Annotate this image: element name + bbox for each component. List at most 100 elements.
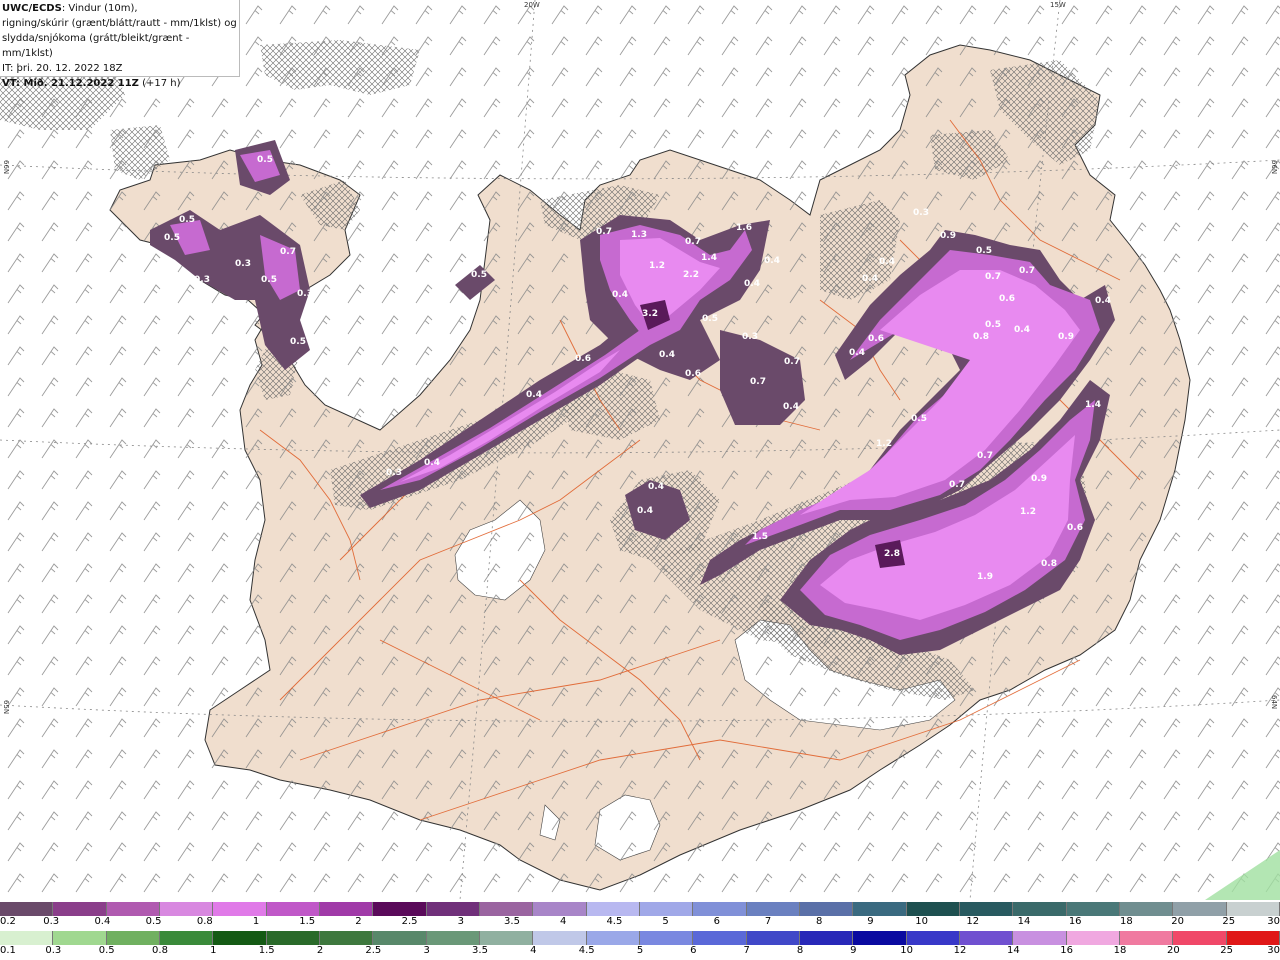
precip-label: 0.5 (985, 320, 1001, 330)
precip-label: 0.6 (1067, 523, 1083, 533)
precip-label: 0.7 (750, 377, 766, 387)
rain-ticks: 0.1 0.3 0.5 0.8 1 1.5 2 2.5 3 3.5 4 4.5 5 6 7 8 9 10 12 14 1… (0, 945, 1280, 959)
rain-colorbar (0, 931, 1280, 945)
snow-legend-tick-label: 30 (1267, 916, 1280, 927)
precip-label: 0.5 (702, 314, 718, 324)
snow-legend-swatch (266, 902, 320, 916)
rain-legend-swatch (426, 931, 480, 945)
precip-label: 0.3 (194, 275, 210, 285)
snow-legend-tick-label: 2.5 (401, 916, 418, 927)
precip-label: 1.2 (649, 261, 665, 271)
precip-label: 0.7 (685, 237, 701, 247)
precip-label: 0.4 (783, 402, 799, 412)
precip-label: 0.4 (764, 256, 780, 266)
precip-label: 0.4 (879, 257, 895, 267)
snow-legend-tick-label: 0.3 (43, 916, 60, 927)
precip-label: 0.4 (744, 279, 760, 289)
snow-legend-swatch (799, 902, 854, 916)
precip-label: 0.8 (973, 332, 989, 342)
precip-label: 0.3 (235, 259, 251, 269)
snow-legend-tick-label: 0.4 (94, 916, 111, 927)
snow-sleet-legend: 0.2 0.3 0.4 0.5 0.8 1 1.5 2 2.5 3 3.5 4 4.5 5 6 7 8 9 10 12… (0, 902, 1280, 930)
rain-legend-swatch (586, 931, 640, 945)
info-line-4: IT: þri. 20. 12. 2022 18Z (2, 63, 123, 74)
rain-legend-tick-label: 2.5 (365, 945, 382, 956)
precip-label: 0.4 (648, 482, 664, 492)
precip-label: 0.7 (280, 247, 296, 257)
weather-map[interactable]: 0.5 0.5 0.5 0.3 0.3 0.7 0.5 0.3 0.5 0.5 … (0, 0, 1280, 900)
rain-legend-tick-label: 16 (1060, 945, 1074, 956)
rain-legend-tick-label: 6 (690, 945, 697, 956)
snow-legend-swatch (906, 902, 960, 916)
rain-legend-swatch (1066, 931, 1120, 945)
rain-legend: 0.1 0.3 0.5 0.8 1 1.5 2 2.5 3 3.5 4 4.5 5 6 7 8 9 10 12 14 1… (0, 931, 1280, 959)
precip-label: 2.2 (683, 270, 699, 280)
rain-legend-swatch (0, 931, 54, 945)
rain-legend-tick-label: 0.3 (45, 945, 62, 956)
snow-legend-swatch (1226, 902, 1280, 916)
rain-legend-tick-label: 12 (953, 945, 967, 956)
lat-label-right-top: 66N (1270, 160, 1278, 175)
rain-legend-swatch (1119, 931, 1174, 945)
rain-legend-tick-label: 1.5 (258, 945, 275, 956)
rain-legend-tick-label: 5 (636, 945, 644, 956)
snow-legend-swatch (0, 902, 54, 916)
snow-legend-swatch (639, 902, 694, 916)
info-line-3: slydda/snjókoma (grátt/bleikt/grænt - mm… (2, 33, 190, 59)
lon-label-20w: 20W (524, 1, 540, 9)
snow-legend-tick-label: 10 (915, 916, 928, 927)
rain-legend-swatch (159, 931, 214, 945)
precip-label: 0.4 (612, 290, 628, 300)
forecast-info-box: UWC/ECDS: Vindur (10m), rigning/skúrir (… (0, 0, 240, 89)
precip-label: 1.2 (876, 439, 892, 449)
rain-legend-swatch (746, 931, 800, 945)
snow-legend-swatch (1066, 902, 1120, 916)
snow-legend-swatch (693, 902, 747, 916)
rain-legend-tick-label: 3.5 (472, 945, 488, 956)
precip-label: 1.5 (752, 532, 768, 542)
rain-legend-swatch (693, 931, 747, 945)
precip-label: 0.9 (940, 231, 956, 241)
rain-legend-swatch (266, 931, 320, 945)
precip-label: 1.4 (701, 253, 717, 263)
snow-legend-tick-label: 5 (662, 916, 669, 927)
snow-legend-swatch (533, 902, 587, 916)
rain-legend-swatch (53, 931, 107, 945)
rain-legend-tick-label: 30 (1267, 945, 1280, 956)
snow-sleet-colorbar (0, 902, 1280, 916)
snow-legend-tick-label: 2 (355, 916, 362, 927)
lat-label-left-bottom: 65N (2, 700, 10, 715)
precip-label: 0.3 (386, 468, 402, 478)
snow-legend-tick-label: 9 (867, 916, 874, 927)
precip-label: 0.4 (659, 350, 675, 360)
snow-legend-swatch (1013, 902, 1067, 916)
rain-legend-swatch (1013, 931, 1067, 945)
snow-legend-tick-label: 1.5 (299, 916, 316, 927)
snow-legend-swatch (53, 902, 107, 916)
precip-label: 1.6 (736, 223, 752, 233)
snow-legend-swatch (853, 902, 907, 916)
rain-legend-tick-label: 2 (316, 945, 324, 956)
snow-legend-swatch (426, 902, 480, 916)
precip-label: 0.4 (849, 348, 865, 358)
precip-label: 0.4 (1095, 296, 1111, 306)
precip-label: 0.5 (976, 246, 992, 256)
rain-legend-tick-label: 0.5 (98, 945, 115, 956)
precip-label: 0.5 (164, 233, 180, 243)
rain-legend-swatch (319, 931, 374, 945)
precip-label: 0.5 (911, 414, 927, 424)
precip-label: 0.5 (257, 155, 273, 165)
precip-label: 0.6 (685, 369, 701, 379)
precip-label: 0.7 (1019, 266, 1035, 276)
precip-label: 0.9 (1031, 474, 1047, 484)
snow-legend-tick-label: 1 (252, 916, 260, 927)
rain-legend-tick-label: 8 (796, 945, 804, 956)
rain-legend-swatch (533, 931, 587, 945)
precip-label: 0.7 (977, 451, 993, 461)
rain-legend-tick-label: 18 (1113, 945, 1127, 956)
rain-legend-swatch (213, 931, 267, 945)
precip-label: 1.2 (1020, 507, 1036, 517)
snow-legend-tick-label: 14 (1017, 916, 1031, 927)
snow-legend-swatch (1119, 902, 1174, 916)
snow-legend-tick-label: 8 (816, 916, 823, 927)
